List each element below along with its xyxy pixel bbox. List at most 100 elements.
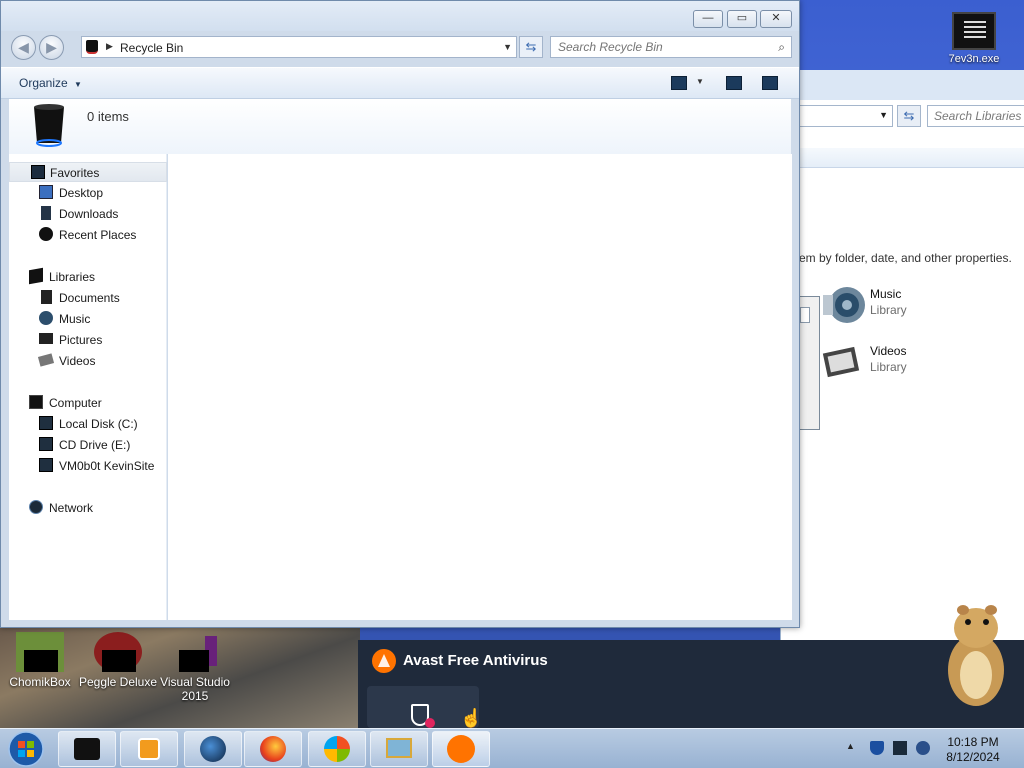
- command-toolbar: Organize ▼ ▼: [1, 67, 799, 99]
- address-bar[interactable]: ▶ Recycle Bin ▼: [81, 36, 517, 58]
- libraries-icon: [29, 267, 43, 285]
- nav-music[interactable]: Music: [39, 309, 159, 329]
- taskbar-windows-button[interactable]: [308, 731, 366, 767]
- hard-drive-icon: [39, 416, 53, 430]
- nav-videos-label: Videos: [59, 354, 96, 368]
- nav-desktop[interactable]: Desktop: [39, 183, 159, 203]
- network-globe-icon: [29, 500, 43, 514]
- nav-network-label: Network: [49, 501, 94, 515]
- chevron-down-icon: ▼: [879, 110, 888, 120]
- downloads-icon: [41, 206, 51, 220]
- nav-music-label: Music: [59, 312, 91, 326]
- maximize-button[interactable]: ▭: [727, 10, 757, 28]
- desktop-icon-7ev3n[interactable]: 7ev3n.exe: [934, 12, 1014, 65]
- background-refresh-button[interactable]: ⇆: [897, 105, 921, 127]
- change-view-icon[interactable]: [671, 76, 687, 90]
- search-box[interactable]: ⌕: [550, 36, 792, 58]
- nav-pictures-label: Pictures: [59, 333, 103, 347]
- desktop-icon-peggle[interactable]: Peggle Deluxe: [78, 632, 158, 689]
- nav-videos[interactable]: Videos: [37, 351, 159, 371]
- nav-network-share-label: VM0b0t KevinSite: [59, 459, 155, 473]
- library-name: Videos: [870, 344, 907, 358]
- nav-pictures[interactable]: Pictures: [39, 330, 159, 350]
- nav-documents[interactable]: Documents: [39, 288, 159, 308]
- hamster-desktop-pet[interactable]: [936, 600, 1016, 710]
- refresh-icon: ⇆: [525, 39, 537, 54]
- nav-libraries[interactable]: Libraries: [29, 267, 159, 287]
- details-pane: 0 items: [9, 99, 791, 154]
- network-drive-icon: [39, 458, 53, 472]
- recycle-bin-window[interactable]: — ▭ ✕ ◀ ▶ ▶ Recycle Bin ▼ ⇆ ⌕ Organize ▼…: [0, 0, 800, 628]
- nav-computer[interactable]: Computer: [29, 393, 159, 413]
- music-icon: [39, 311, 53, 325]
- security-shield-icon[interactable]: [870, 741, 884, 755]
- back-arrow-icon: ◀: [18, 39, 29, 55]
- forward-button[interactable]: ▶: [39, 35, 64, 60]
- favorites-star-icon: [31, 165, 45, 179]
- documents-icon: [41, 290, 52, 304]
- taskbar-media-player-button[interactable]: [120, 731, 178, 767]
- preview-pane-icon[interactable]: [726, 76, 742, 90]
- mouse-pointer-icon: ☝: [460, 708, 483, 728]
- nav-network[interactable]: Network: [29, 498, 159, 518]
- nav-recent-places[interactable]: Recent Places: [39, 225, 159, 245]
- recycle-bin-icon: [74, 738, 100, 760]
- refresh-button[interactable]: ⇆: [519, 36, 543, 58]
- globe-icon: [200, 736, 226, 762]
- background-window-titlebar: [781, 70, 1024, 100]
- organize-label: Organize: [19, 76, 68, 90]
- forward-arrow-icon: ▶: [46, 39, 57, 55]
- desktop-icon-chomikbox[interactable]: ChomikBox: [0, 632, 80, 689]
- avast-notification[interactable]: Avast Free Antivirus ☝: [358, 640, 1024, 728]
- volume-icon[interactable]: [916, 741, 930, 755]
- organize-button[interactable]: Organize ▼: [19, 76, 82, 90]
- file-list-area[interactable]: [168, 154, 792, 620]
- desktop-icon-visual-studio[interactable]: Visual Studio 2015: [155, 632, 235, 703]
- background-dialog-edge: [798, 296, 820, 430]
- breadcrumb-recycle-bin[interactable]: Recycle Bin: [120, 41, 183, 55]
- taskbar-recycle-bin-button[interactable]: [58, 731, 116, 767]
- nav-local-disk[interactable]: Local Disk (C:): [39, 414, 159, 434]
- film-reel-icon: [821, 340, 865, 384]
- cd-drive-icon: [39, 437, 53, 451]
- taskbar-photo-viewer-button[interactable]: [370, 731, 428, 767]
- avast-title: Avast Free Antivirus: [403, 652, 548, 669]
- windows-logo-icon: [324, 736, 350, 762]
- desktop-icon-label: 7ev3n.exe: [948, 53, 1000, 65]
- help-icon[interactable]: [762, 76, 778, 90]
- taskbar-globe-app-button[interactable]: [184, 731, 242, 767]
- videos-icon: [37, 353, 55, 367]
- nav-network-share[interactable]: VM0b0t KevinSite: [39, 456, 164, 476]
- library-item-music[interactable]: Music Library: [821, 283, 1021, 327]
- desktop-icon-label: Visual Studio 2015: [160, 675, 230, 703]
- view-options-chevron-icon[interactable]: ▼: [696, 77, 704, 86]
- chevron-down-icon[interactable]: ▼: [503, 42, 512, 52]
- network-monitor-icon[interactable]: [893, 741, 907, 755]
- back-button[interactable]: ◀: [11, 35, 36, 60]
- nav-downloads[interactable]: Downloads: [39, 204, 159, 224]
- start-button[interactable]: [4, 730, 48, 768]
- search-icon[interactable]: ⌕: [778, 40, 785, 55]
- navigation-pane[interactable]: Favorites Desktop Downloads Recent Place…: [9, 154, 167, 620]
- nav-favorites[interactable]: Favorites: [9, 162, 167, 182]
- background-search-input[interactable]: Search Libraries: [927, 105, 1024, 127]
- recycle-bin-large-icon: [31, 103, 67, 147]
- exe-icon: [952, 12, 996, 50]
- window-titlebar[interactable]: — ▭ ✕: [1, 1, 799, 31]
- search-input[interactable]: [551, 37, 761, 57]
- media-player-icon: [138, 738, 160, 760]
- library-name: Music: [870, 287, 902, 301]
- library-item-videos[interactable]: Videos Library: [821, 340, 1021, 384]
- computer-icon: [29, 395, 43, 409]
- recycle-bin-small-icon: [86, 40, 98, 54]
- breadcrumb-arrow-icon[interactable]: ▶: [106, 41, 113, 52]
- show-hidden-icons-icon[interactable]: ▲: [846, 741, 860, 755]
- system-clock[interactable]: 10:18 PM 8/12/2024: [940, 735, 1006, 765]
- minimize-button[interactable]: —: [693, 10, 723, 28]
- taskbar-avast-button[interactable]: [432, 731, 490, 767]
- nav-cd-drive[interactable]: CD Drive (E:): [39, 435, 159, 455]
- item-count: 0 items: [87, 109, 129, 124]
- taskbar-firefox-button[interactable]: [244, 731, 302, 767]
- close-button[interactable]: ✕: [760, 10, 792, 28]
- chomikbox-icon: [16, 632, 64, 672]
